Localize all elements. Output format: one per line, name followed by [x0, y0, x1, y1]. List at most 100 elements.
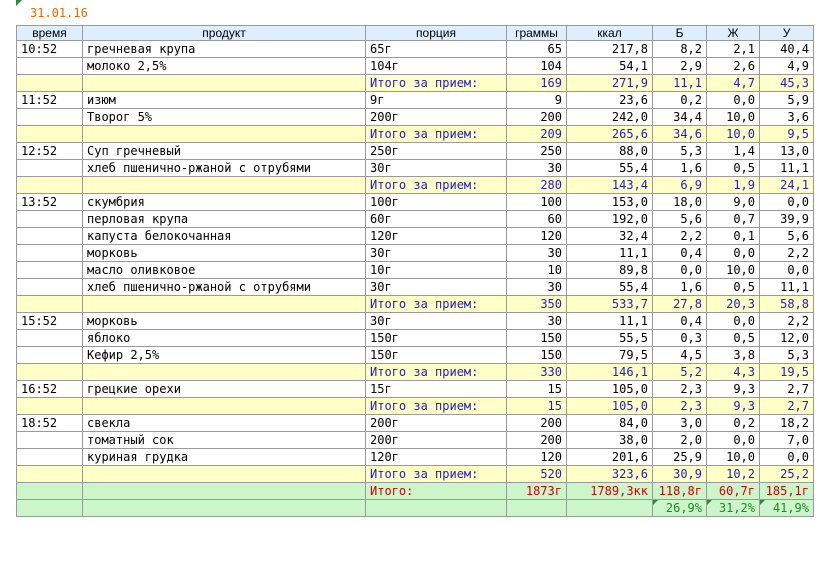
time-cell[interactable] [16, 363, 83, 381]
carbs-cell[interactable]: 13,0 [759, 142, 814, 160]
total-label[interactable]: Итого: [365, 482, 507, 500]
product-cell[interactable] [82, 176, 366, 194]
product-cell[interactable]: грецкие орехи [82, 380, 366, 398]
fat-cell[interactable]: 0,0 [706, 431, 760, 449]
kcal-cell[interactable]: 55,4 [566, 159, 653, 177]
protein-cell[interactable]: 0,2 [652, 91, 707, 109]
protein-cell[interactable]: 0,0 [652, 261, 707, 279]
kcal-cell[interactable]: 54,1 [566, 57, 653, 75]
subtotal-carbs[interactable]: 45,3 [759, 74, 814, 92]
product-cell[interactable] [82, 295, 366, 313]
subtotal-fat[interactable]: 10,0 [706, 125, 760, 143]
carbs-cell[interactable]: 5,6 [759, 227, 814, 245]
protein-cell[interactable]: 25,9 [652, 448, 707, 466]
subtotal-grams[interactable]: 169 [506, 74, 567, 92]
fat-cell[interactable]: 0,5 [706, 159, 760, 177]
carbs-cell[interactable]: 11,1 [759, 159, 814, 177]
kcal-cell[interactable]: 79,5 [566, 346, 653, 364]
time-cell[interactable] [16, 482, 83, 500]
carbs-cell[interactable]: 0,0 [759, 261, 814, 279]
grams-cell[interactable]: 104 [506, 57, 567, 75]
fat-cell[interactable]: 0,0 [706, 312, 760, 330]
product-cell[interactable]: свекла [82, 414, 366, 432]
product-cell[interactable]: гречневая крупа [82, 40, 366, 58]
time-cell[interactable] [16, 346, 83, 364]
grams-cell[interactable]: 30 [506, 244, 567, 262]
protein-cell[interactable]: 3,0 [652, 414, 707, 432]
kcal-cell[interactable]: 89,8 [566, 261, 653, 279]
subtotal-carbs[interactable]: 19,5 [759, 363, 814, 381]
time-cell[interactable] [16, 465, 83, 483]
kcal-cell[interactable]: 217,8 [566, 40, 653, 58]
grams-cell[interactable]: 200 [506, 414, 567, 432]
header-protein[interactable]: Б [652, 25, 707, 41]
subtotal-fat[interactable]: 1,9 [706, 176, 760, 194]
fat-cell[interactable]: 3,8 [706, 346, 760, 364]
product-cell[interactable]: перловая крупа [82, 210, 366, 228]
portion-cell[interactable]: 30г [365, 244, 507, 262]
subtotal-label[interactable]: Итого за прием: [365, 363, 507, 381]
portion-cell[interactable]: 9г [365, 91, 507, 109]
grams-cell[interactable]: 100 [506, 193, 567, 211]
subtotal-carbs[interactable]: 25,2 [759, 465, 814, 483]
time-cell[interactable] [16, 397, 83, 415]
kcal-cell[interactable]: 88,0 [566, 142, 653, 160]
subtotal-label[interactable]: Итого за прием: [365, 74, 507, 92]
subtotal-grams[interactable]: 280 [506, 176, 567, 194]
time-cell[interactable] [16, 295, 83, 313]
grams-cell[interactable]: 15 [506, 380, 567, 398]
time-cell[interactable]: 18:52 [16, 414, 83, 432]
subtotal-label[interactable]: Итого за прием: [365, 295, 507, 313]
time-cell[interactable] [16, 159, 83, 177]
kcal-cell[interactable]: 32,4 [566, 227, 653, 245]
time-cell[interactable] [16, 278, 83, 296]
fat-cell[interactable]: 10,0 [706, 108, 760, 126]
subtotal-carbs[interactable]: 24,1 [759, 176, 814, 194]
kcal-cell[interactable]: 105,0 [566, 380, 653, 398]
subtotal-label[interactable]: Итого за прием: [365, 465, 507, 483]
subtotal-grams[interactable]: 520 [506, 465, 567, 483]
product-cell[interactable] [82, 397, 366, 415]
fat-cell[interactable]: 0,2 [706, 414, 760, 432]
header-fat[interactable]: Ж [706, 25, 760, 41]
portion-cell[interactable]: 150г [365, 346, 507, 364]
kcal-cell[interactable]: 192,0 [566, 210, 653, 228]
subtotal-kcal[interactable]: 323,6 [566, 465, 653, 483]
subtotal-protein[interactable]: 34,6 [652, 125, 707, 143]
grams-cell[interactable]: 150 [506, 329, 567, 347]
grams-cell[interactable]: 30 [506, 159, 567, 177]
subtotal-label[interactable]: Итого за прием: [365, 176, 507, 194]
carbs-cell[interactable]: 39,9 [759, 210, 814, 228]
subtotal-label[interactable]: Итого за прием: [365, 125, 507, 143]
product-cell[interactable] [82, 363, 366, 381]
product-cell[interactable] [82, 125, 366, 143]
carbs-cell[interactable]: 2,2 [759, 312, 814, 330]
product-cell[interactable]: изюм [82, 91, 366, 109]
product-cell[interactable] [82, 74, 366, 92]
kcal-cell[interactable]: 11,1 [566, 312, 653, 330]
product-cell[interactable]: скумбрия [82, 193, 366, 211]
time-cell[interactable] [16, 108, 83, 126]
date-cell[interactable]: 31.01.16 [16, 0, 216, 24]
subtotal-kcal[interactable]: 143,4 [566, 176, 653, 194]
carbs-cell[interactable]: 12,0 [759, 329, 814, 347]
subtotal-grams[interactable]: 330 [506, 363, 567, 381]
subtotal-kcal[interactable]: 146,1 [566, 363, 653, 381]
grams-cell[interactable]: 30 [506, 312, 567, 330]
protein-cell[interactable]: 1,6 [652, 159, 707, 177]
grams-cell[interactable]: 10 [506, 261, 567, 279]
time-cell[interactable] [16, 227, 83, 245]
carbs-cell[interactable]: 40,4 [759, 40, 814, 58]
carbs-cell[interactable]: 11,1 [759, 278, 814, 296]
fat-cell[interactable]: 2,6 [706, 57, 760, 75]
kcal-cell[interactable]: 201,6 [566, 448, 653, 466]
time-cell[interactable] [16, 448, 83, 466]
subtotal-kcal[interactable]: 271,9 [566, 74, 653, 92]
subtotal-protein[interactable]: 5,2 [652, 363, 707, 381]
header-portion[interactable]: порция [365, 25, 507, 41]
fat-cell[interactable]: 0,0 [706, 91, 760, 109]
time-cell[interactable]: 11:52 [16, 91, 83, 109]
product-cell[interactable] [82, 465, 366, 483]
kcal-cell[interactable]: 11,1 [566, 244, 653, 262]
carbs-cell[interactable]: 7,0 [759, 431, 814, 449]
